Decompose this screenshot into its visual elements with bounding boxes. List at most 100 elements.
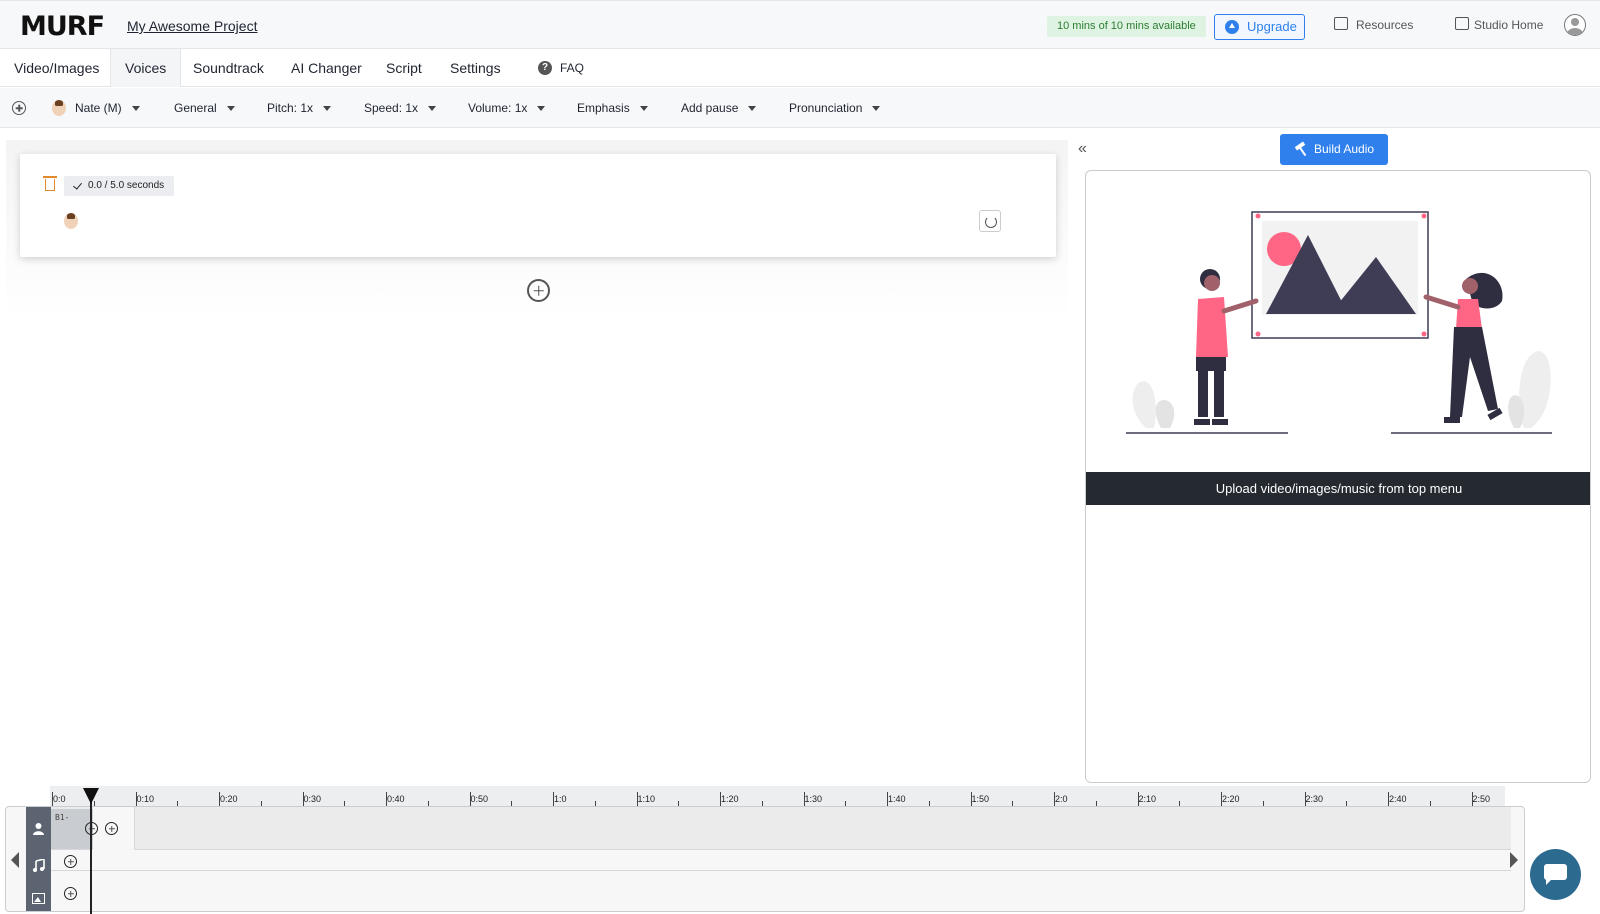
chevron-down-icon xyxy=(428,106,437,112)
timeline-ruler[interactable]: 0:0 0:10 0:20 0:30 0:40 0:50 1:0 1:10 1:20 1:30 1:… xyxy=(50,786,1505,806)
style-dropdown[interactable]: General xyxy=(174,88,235,128)
ruler-tick-label: 0:40 xyxy=(387,794,405,804)
scroll-right-icon[interactable] xyxy=(1510,852,1518,868)
tab-settings[interactable]: Settings xyxy=(450,49,501,87)
add-block-below-icon[interactable] xyxy=(527,279,550,302)
ruler-tick-label: 1:10 xyxy=(637,794,656,804)
trash-icon[interactable] xyxy=(43,176,57,191)
voice-track[interactable] xyxy=(51,807,1511,850)
timeline-tracks: B1- xyxy=(5,806,1525,912)
upload-illustration xyxy=(1126,211,1552,434)
main-tabs: Video/Images Voices Soundtrack AI Change… xyxy=(0,49,1600,87)
upgrade-label: Upgrade xyxy=(1247,19,1297,34)
ruler-tick-label: 1:20 xyxy=(721,794,739,804)
playhead[interactable] xyxy=(90,788,92,914)
pronunciation-label: Pronunciation xyxy=(789,101,863,115)
voice-track-header xyxy=(26,807,51,850)
music-track-header xyxy=(26,850,51,881)
build-audio-button[interactable]: Build Audio xyxy=(1280,134,1388,165)
chevron-down-icon xyxy=(639,106,648,112)
pitch-dropdown[interactable]: Pitch: 1x xyxy=(267,88,332,128)
scroll-left-icon[interactable] xyxy=(11,852,19,868)
chevron-down-icon xyxy=(131,106,140,112)
upgrade-arrow-icon xyxy=(1225,20,1239,34)
duration-badge: 0.0 / 5.0 seconds xyxy=(64,176,175,196)
help-icon: ? xyxy=(538,61,552,75)
add-image-icon[interactable] xyxy=(64,887,77,900)
chevron-down-icon xyxy=(748,106,757,112)
build-audio-label: Build Audio xyxy=(1314,142,1375,156)
refresh-icon[interactable] xyxy=(979,210,1001,232)
ruler-tick-label: 2:10 xyxy=(1138,794,1157,804)
add-block-icon[interactable] xyxy=(12,101,26,115)
playhead-handle-icon[interactable] xyxy=(83,788,99,804)
tab-script[interactable]: Script xyxy=(386,49,422,87)
collapse-panel-icon[interactable]: « xyxy=(1078,140,1087,158)
ruler-tick-label: 1:50 xyxy=(971,794,990,804)
speed-label: Speed: 1x xyxy=(364,101,419,115)
chevron-down-icon xyxy=(323,106,332,112)
image-track-header xyxy=(26,881,51,911)
upload-banner: Upload video/images/music from top menu xyxy=(1086,472,1590,505)
tab-video-images[interactable]: Video/Images xyxy=(14,49,99,87)
ruler-tick-label: 2:40 xyxy=(1389,794,1407,804)
add-voice-clip-icon[interactable] xyxy=(105,822,118,835)
ruler-tick-label: 1:40 xyxy=(888,794,906,804)
ruler-tick-label: 0:0 xyxy=(53,794,66,804)
murf-logo[interactable]: MURF xyxy=(20,11,105,42)
studio-home-link[interactable]: Studio Home xyxy=(1474,18,1543,32)
ruler-tick-label: 2:0 xyxy=(1055,794,1068,804)
ruler-tick-label: 1:0 xyxy=(554,794,567,804)
duration-text: 0.0 / 5.0 seconds xyxy=(88,180,165,191)
person-icon xyxy=(32,822,45,835)
speed-dropdown[interactable]: Speed: 1x xyxy=(364,88,437,128)
voice-label: Nate (M) xyxy=(75,101,122,115)
block-voice-avatar-icon[interactable] xyxy=(64,213,78,229)
ruler-tick-label: 2:30 xyxy=(1305,794,1324,804)
voice-dropdown[interactable]: Nate (M) xyxy=(75,88,140,128)
emphasis-dropdown[interactable]: Emphasis xyxy=(577,88,648,128)
music-note-icon xyxy=(32,857,45,872)
project-title[interactable]: My Awesome Project xyxy=(127,18,257,34)
volume-label: Volume: 1x xyxy=(468,101,528,115)
check-icon xyxy=(73,180,82,190)
user-avatar-icon[interactable] xyxy=(1564,14,1586,36)
music-track[interactable] xyxy=(51,850,1511,871)
chevron-down-icon xyxy=(226,106,235,112)
voice-avatar-icon xyxy=(52,100,66,116)
ruler-tick-label: 0:10 xyxy=(136,794,155,804)
ruler-tick-label: 0:20 xyxy=(220,794,238,804)
preview-panel: Upload video/images/music from top menu xyxy=(1085,170,1591,783)
image-icon xyxy=(32,891,45,904)
resources-icon xyxy=(1334,17,1348,30)
add-pause-dropdown[interactable]: Add pause xyxy=(681,88,757,128)
add-music-icon[interactable] xyxy=(64,855,77,868)
tab-soundtrack[interactable]: Soundtrack xyxy=(193,49,264,87)
style-label: General xyxy=(174,101,217,115)
image-track[interactable] xyxy=(51,871,1511,911)
upgrade-button[interactable]: Upgrade xyxy=(1214,14,1305,40)
pronunciation-dropdown[interactable]: Pronunciation xyxy=(789,88,881,128)
voice-block[interactable]: 0.0 / 5.0 seconds xyxy=(20,154,1056,257)
ruler-tick-label: 2:20 xyxy=(1222,794,1240,804)
tab-voices[interactable]: Voices xyxy=(110,49,182,87)
faq-link[interactable]: FAQ xyxy=(560,49,584,87)
resources-link[interactable]: Resources xyxy=(1356,18,1413,32)
voice-toolbar: Nate (M) General Pitch: 1x Speed: 1x Vol… xyxy=(0,88,1600,128)
ruler-tick-label: 2:50 xyxy=(1472,794,1491,804)
chat-support-icon[interactable] xyxy=(1530,849,1581,900)
tab-ai-changer[interactable]: AI Changer xyxy=(291,49,362,87)
script-text-input[interactable] xyxy=(90,210,960,232)
ruler-tick-label: 0:30 xyxy=(303,794,322,804)
pitch-label: Pitch: 1x xyxy=(267,101,314,115)
volume-dropdown[interactable]: Volume: 1x xyxy=(468,88,546,128)
add-pause-label: Add pause xyxy=(681,101,739,115)
hammer-icon xyxy=(1294,141,1306,151)
app-header: MURF My Awesome Project 10 mins of 10 mi… xyxy=(0,0,1600,49)
ruler-tick-label: 0:50 xyxy=(470,794,489,804)
emphasis-label: Emphasis xyxy=(577,101,630,115)
chevron-down-icon xyxy=(537,106,546,112)
chevron-down-icon xyxy=(872,106,881,112)
mins-available-badge: 10 mins of 10 mins available xyxy=(1047,16,1206,37)
ruler-tick-label: 1:30 xyxy=(804,794,823,804)
